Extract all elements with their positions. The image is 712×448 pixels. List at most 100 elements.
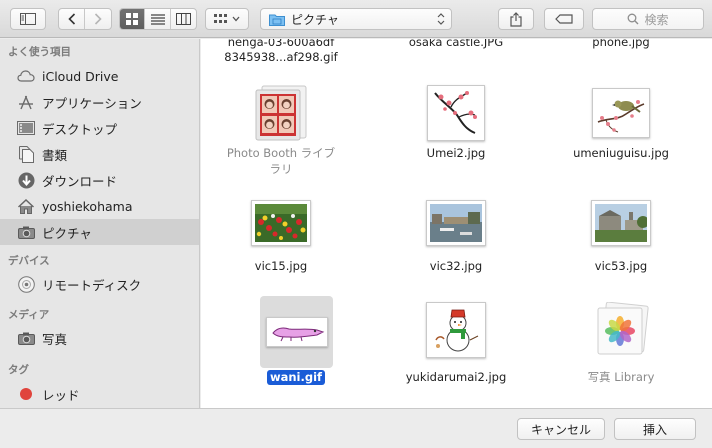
sidebar-item-applications[interactable]: アプリケーション bbox=[0, 89, 199, 115]
view-mode-control bbox=[119, 8, 197, 30]
list-view-button[interactable] bbox=[145, 9, 171, 29]
cancel-button[interactable]: キャンセル bbox=[517, 418, 605, 440]
icon-grid-icon bbox=[126, 13, 139, 25]
list-icon bbox=[150, 13, 165, 25]
sidebar-icon bbox=[20, 13, 36, 25]
section-favorites: よく使う項目 bbox=[8, 45, 71, 58]
file-item-yukidarumai2[interactable]: yukidarumai2.jpg bbox=[381, 296, 531, 391]
file-name-line1: Photo Booth ライブ bbox=[226, 146, 336, 160]
tags-button[interactable] bbox=[544, 8, 584, 30]
chevron-left-icon bbox=[67, 13, 75, 25]
file-name: vic32.jpg bbox=[429, 259, 483, 273]
folder-icon bbox=[269, 14, 285, 26]
file-name-line2: ラリ bbox=[269, 162, 293, 176]
tag-dot-icon bbox=[16, 385, 36, 403]
crocodile-thumbnail bbox=[260, 298, 333, 366]
plum-blossom-thumbnail bbox=[422, 79, 490, 147]
chevron-down-icon bbox=[232, 16, 240, 22]
forward-button[interactable] bbox=[85, 9, 111, 29]
file-name: Umei2.jpg bbox=[426, 146, 486, 160]
back-forward-control bbox=[58, 8, 112, 30]
sidebar-item-label: 写真 bbox=[42, 331, 68, 347]
sidebar-item-remote-disc[interactable]: リモートディスク bbox=[0, 271, 199, 297]
updown-arrows-icon bbox=[437, 13, 445, 25]
sidebar-item-label: iCloud Drive bbox=[42, 68, 119, 84]
toolbar: ピクチャ 検索 bbox=[0, 0, 712, 38]
share-icon bbox=[510, 11, 522, 27]
section-devices: デバイス bbox=[8, 254, 50, 267]
search-placeholder: 検索 bbox=[644, 12, 669, 27]
sidebar-item-tag-red[interactable]: レッド bbox=[0, 381, 199, 407]
file-item-photos-library[interactable]: 写真 Library bbox=[546, 296, 696, 391]
search-icon bbox=[628, 13, 639, 25]
file-name-line1: nenga-03-600a6df bbox=[227, 39, 335, 49]
section-media: メディア bbox=[8, 308, 50, 321]
file-item-umei2[interactable]: Umei2.jpg bbox=[381, 79, 531, 179]
file-name: 写真 Library bbox=[587, 370, 655, 384]
file-item-wani[interactable]: wani.gif bbox=[201, 296, 351, 391]
sidebar: よく使う項目 iCloud Drive アプリケーション デスクトップ 書類 ダ… bbox=[0, 39, 200, 408]
section-tags: タグ bbox=[8, 363, 29, 376]
sidebar-item-label: アプリケーション bbox=[42, 95, 142, 111]
sidebar-item-documents[interactable]: 書類 bbox=[0, 141, 199, 167]
file-item-photo-booth-library[interactable]: Photo Booth ライブ ラリ bbox=[206, 79, 356, 179]
sidebar-item-desktop[interactable]: デスクトップ bbox=[0, 115, 199, 141]
camera-icon bbox=[16, 329, 36, 347]
file-name: yukidarumai2.jpg bbox=[405, 370, 507, 384]
file-item-vic53[interactable]: vic53.jpg bbox=[546, 189, 696, 279]
share-button[interactable] bbox=[498, 8, 534, 30]
file-item-vic32[interactable]: vic32.jpg bbox=[381, 189, 531, 279]
sidebar-item-label: デスクトップ bbox=[42, 121, 118, 137]
sidebar-item-label: ピクチャ bbox=[42, 225, 92, 241]
documents-icon bbox=[16, 145, 36, 163]
photos-library-icon bbox=[587, 296, 655, 364]
sidebar-item-label: ダウンロード bbox=[42, 173, 118, 189]
file-name: vic53.jpg bbox=[594, 259, 648, 273]
arrange-grid-icon bbox=[214, 14, 227, 23]
sidebar-item-downloads[interactable]: ダウンロード bbox=[0, 167, 199, 193]
file-item-umeniuguisu[interactable]: umeniuguisu.jpg bbox=[546, 79, 696, 179]
file-item[interactable]: osaka castle.JPG bbox=[381, 39, 531, 59]
harbor-thumbnail bbox=[422, 189, 490, 257]
sidebar-item-icloud-drive[interactable]: iCloud Drive bbox=[0, 63, 199, 89]
bird-plum-thumbnail bbox=[587, 79, 655, 147]
file-browser: nenga-03-600a6df 8345938...af298.gif osa… bbox=[201, 39, 712, 408]
search-field[interactable]: 検索 bbox=[592, 8, 704, 30]
columns-icon bbox=[175, 13, 191, 25]
flower-bed-thumbnail bbox=[247, 189, 315, 257]
cloud-icon bbox=[16, 67, 36, 85]
file-item-vic15[interactable]: vic15.jpg bbox=[206, 189, 356, 279]
sidebar-item-label: リモートディスク bbox=[42, 277, 142, 293]
file-name: vic15.jpg bbox=[254, 259, 308, 273]
file-name: phone.jpg bbox=[592, 39, 650, 49]
file-item[interactable]: nenga-03-600a6df 8345938...af298.gif bbox=[206, 39, 356, 69]
file-name: umeniuguisu.jpg bbox=[573, 146, 669, 160]
chevron-right-icon bbox=[94, 13, 102, 25]
snowman-thumbnail bbox=[422, 296, 490, 364]
icon-view-button[interactable] bbox=[120, 9, 146, 29]
building-thumbnail bbox=[587, 189, 655, 257]
sidebar-item-photos[interactable]: 写真 bbox=[0, 325, 199, 351]
disc-icon bbox=[16, 275, 36, 293]
insert-button[interactable]: 挿入 bbox=[614, 418, 696, 440]
sidebar-toggle-button[interactable] bbox=[10, 8, 46, 30]
arrange-button[interactable] bbox=[205, 8, 249, 30]
tag-icon bbox=[555, 14, 573, 24]
downloads-icon bbox=[16, 171, 36, 189]
back-button[interactable] bbox=[59, 9, 86, 29]
applications-icon bbox=[16, 93, 36, 111]
desktop-icon bbox=[16, 119, 36, 137]
file-name-selected: wani.gif bbox=[221, 370, 371, 385]
photo-booth-library-icon bbox=[247, 79, 315, 147]
sidebar-item-label: レッド bbox=[42, 387, 80, 403]
sidebar-item-home[interactable]: yoshiekohama bbox=[0, 193, 199, 219]
sidebar-item-label: 書類 bbox=[42, 147, 68, 163]
file-item[interactable]: phone.jpg bbox=[546, 39, 696, 59]
file-name: osaka castle.JPG bbox=[408, 39, 504, 49]
file-name-label: wani.gif bbox=[266, 370, 326, 385]
location-label: ピクチャ bbox=[291, 12, 339, 27]
column-view-button[interactable] bbox=[171, 9, 196, 29]
location-popup[interactable]: ピクチャ bbox=[260, 8, 452, 30]
sidebar-item-pictures[interactable]: ピクチャ bbox=[0, 219, 199, 245]
file-name-line2: 8345938...af298.gif bbox=[224, 50, 338, 64]
